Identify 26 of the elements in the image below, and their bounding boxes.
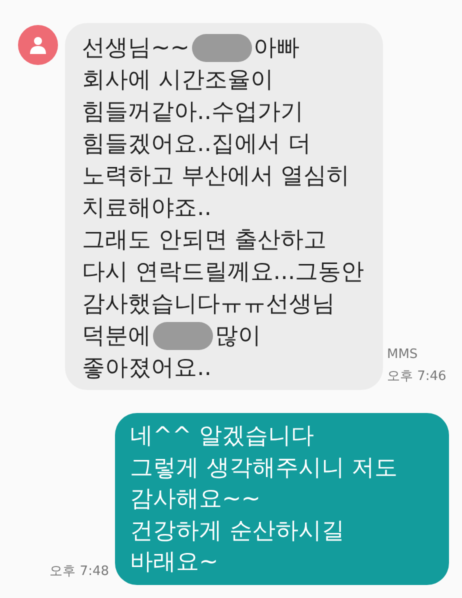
message-text: 많이: [215, 322, 261, 351]
message-text: 노력하고 부산에서 열심히: [82, 162, 350, 191]
message-text: 회사에 시간조율이: [82, 66, 274, 95]
message-text: 네^^ 알겠습니다: [130, 422, 314, 451]
redaction-blot: [192, 34, 252, 62]
message-text: 힘들겠어요..집에서 더: [82, 130, 311, 159]
message-text: 선생님~~: [82, 34, 190, 63]
message-text: 건강하게 순산하시길: [130, 516, 344, 546]
message-text: 덕분에: [82, 322, 151, 351]
message-text: 바래요~: [130, 548, 218, 577]
message-text: 아빠: [254, 34, 300, 63]
message-text: 그래도 안되면 출산하고: [82, 226, 327, 255]
message-text: 감사해요~~: [130, 485, 261, 514]
contact-avatar[interactable]: [18, 25, 58, 65]
message-type-label: MMS: [387, 346, 419, 364]
redaction-blot: [153, 322, 213, 350]
message-text: 힘들꺼같아..수업가기: [82, 98, 304, 127]
message-time: 오후 7:48: [50, 562, 109, 580]
person-icon: [30, 36, 46, 54]
received-message-bubble[interactable]: 선생님~~ 아빠 회사에 시간조율이 힘들꺼같아..수업가기 힘들겠어요..집에서 더 노력하고 부산에서 열심히 치료해야죠.. 그래도 안되면 출산하고 다시 연락드릴께요...그동안 감사했습니다ㅠㅠ선생님 덕분에 많이 좋아졌어요..: [65, 23, 383, 390]
message-time: 오후 7:46: [387, 368, 446, 386]
message-text: 그렇게 생각해주시니 저도: [130, 454, 398, 482]
message-text: 감사했습니다ㅠㅠ선생님: [82, 290, 335, 319]
message-text: 다시 연락드릴께요...그동안: [82, 258, 364, 287]
message-text: 좋아졌어요..: [82, 354, 212, 383]
message-text: 치료해야죠..: [82, 194, 212, 223]
